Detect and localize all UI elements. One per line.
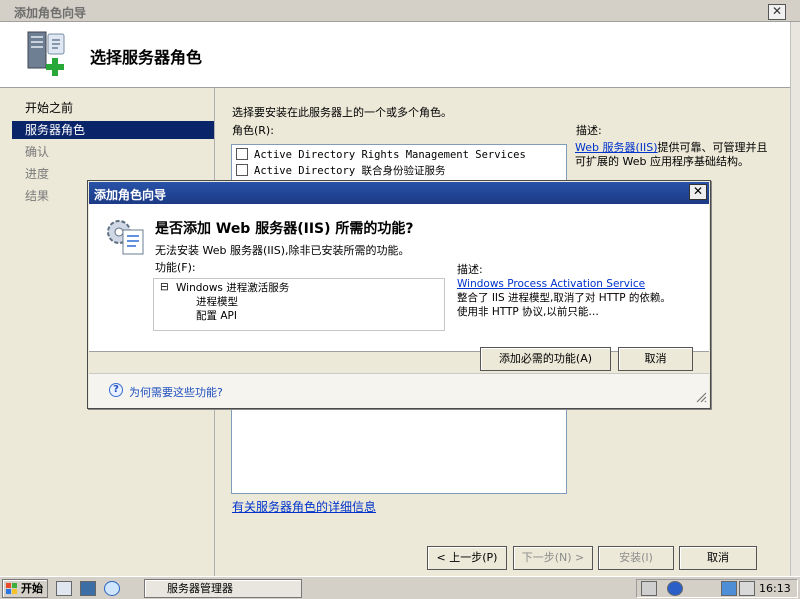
dialog-description-text: 整合了 IIS 进程模型,取消了对 HTTP 的依赖。使用非 HTTP 协议,以… — [457, 292, 671, 318]
show-desktop-icon[interactable] — [80, 581, 96, 596]
next-button[interactable]: 下一步(N) > — [513, 546, 593, 570]
keyboard-icon[interactable] — [641, 581, 657, 596]
previous-button[interactable]: < 上一步(P) — [427, 546, 507, 570]
system-tray: 16:13 — [636, 579, 798, 598]
nav-item-before-you-begin[interactable]: 开始之前 — [12, 99, 214, 117]
dialog-close-button[interactable]: ✕ — [689, 184, 707, 200]
page-title: 选择服务器角色 — [90, 48, 203, 67]
dialog-description: Windows Process Activation Service 整合了 II… — [457, 277, 677, 319]
dialog-help-bar: ? 为何需要这些功能? — [89, 373, 709, 408]
features-tree[interactable]: ⊟ Windows 进程激活服务 进程模型 配置 API — [153, 278, 445, 331]
install-button[interactable]: 安装(I) — [598, 546, 674, 570]
dialog-message: 无法安装 Web 服务器(IIS),除非已安装所需的功能。 — [155, 244, 410, 257]
features-label: 功能(F): — [155, 261, 196, 274]
add-required-features-button[interactable]: 添加必需的功能(A) — [480, 347, 611, 371]
more-info-link[interactable]: 有关服务器角色的详细信息 — [232, 498, 376, 515]
dialog-separator — [89, 351, 709, 352]
server-manager-quicklaunch-icon[interactable] — [56, 581, 72, 596]
role-item-ad-fs[interactable]: Active Directory 联合身份验证服务 — [236, 164, 445, 179]
main-close-button[interactable]: ✕ — [768, 4, 786, 20]
nav-item-server-roles[interactable]: 服务器角色 — [12, 121, 214, 139]
role-label: Active Directory 联合身份验证服务 — [254, 165, 446, 177]
dialog-title: 添加角色向导 — [94, 188, 167, 202]
help-tray-icon[interactable] — [667, 581, 683, 596]
add-features-dialog: 添加角色向导 ✕ 是否添加 Web 服务器(IIS) 所需的功能? 无法安装 W… — [87, 180, 711, 409]
help-icon: ? — [109, 383, 123, 397]
iis-description-link[interactable]: Web 服务器(IIS) — [575, 141, 658, 154]
taskbar-item-label: 服务器管理器 — [167, 582, 233, 595]
window-scrollbar[interactable] — [790, 22, 800, 576]
role-checkbox[interactable] — [236, 148, 248, 160]
feature-item-process-model[interactable]: 进程模型 — [196, 296, 238, 309]
role-label: Active Directory Rights Management Servi… — [254, 149, 526, 161]
cancel-button[interactable]: 取消 — [679, 546, 757, 570]
windows-flag-icon — [6, 583, 17, 594]
clock: 16:13 — [759, 582, 791, 595]
wizard-header: 选择服务器角色 — [0, 22, 790, 88]
start-button[interactable]: 开始 — [2, 579, 48, 598]
main-window-titlebar: 添加角色向导 ✕ — [0, 0, 800, 22]
resize-grip-icon[interactable] — [695, 391, 707, 403]
internet-explorer-icon[interactable] — [104, 581, 120, 596]
taskbar-item-server-manager[interactable]: 服务器管理器 — [144, 579, 302, 598]
start-label: 开始 — [21, 582, 43, 595]
dialog-titlebar: 添加角色向导 ✕ — [89, 182, 709, 204]
description-label: 描述: — [576, 124, 602, 137]
dialog-body: 是否添加 Web 服务器(IIS) 所需的功能? 无法安装 Web 服务器(II… — [89, 204, 709, 351]
roles-intro-text: 选择要安装在此服务器上的一个或多个角色。 — [232, 106, 452, 119]
role-checkbox[interactable] — [236, 164, 248, 176]
was-description-link[interactable]: Windows Process Activation Service — [457, 278, 645, 290]
why-features-help-link[interactable]: 为何需要这些功能? — [129, 384, 223, 400]
tree-collapse-icon[interactable]: ⊟ — [160, 281, 169, 294]
dialog-heading: 是否添加 Web 服务器(IIS) 所需的功能? — [155, 221, 414, 237]
nav-item-confirmation: 确认 — [25, 145, 50, 159]
role-item-ad-rms[interactable]: Active Directory Rights Management Servi… — [236, 148, 526, 163]
roles-label: 角色(R): — [232, 124, 274, 137]
main-window-title: 添加角色向导 — [14, 6, 87, 20]
server-roles-icon — [27, 31, 65, 76]
dialog-description-label: 描述: — [457, 263, 483, 276]
features-gear-icon — [107, 220, 144, 255]
volume-muted-icon[interactable] — [739, 581, 755, 596]
feature-item-was[interactable]: Windows 进程激活服务 — [176, 282, 289, 295]
dialog-cancel-button[interactable]: 取消 — [618, 347, 693, 371]
taskbar: 开始 服务器管理器 16:13 — [0, 576, 800, 599]
feature-item-config-api[interactable]: 配置 API — [196, 310, 237, 323]
network-icon[interactable] — [721, 581, 737, 596]
role-description: Web 服务器(IIS)提供可靠、可管理并且可扩展的 Web 应用程序基础结构。 — [575, 141, 775, 182]
